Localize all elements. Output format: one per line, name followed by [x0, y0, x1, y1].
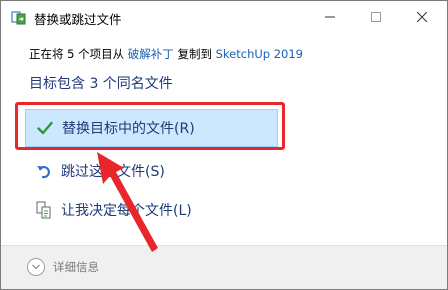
- more-details-button[interactable]: 详细信息: [27, 258, 99, 276]
- skip-arrow-icon: [35, 162, 53, 180]
- skip-files-option[interactable]: 跳过这些文件(S): [25, 152, 278, 190]
- replace-files-label: 替换目标中的文件(R): [62, 121, 195, 137]
- decide-each-file-option[interactable]: 让我决定每个文件(L): [25, 191, 278, 229]
- close-icon: [417, 12, 427, 22]
- title-bar: 替换或跳过文件: [1, 1, 447, 33]
- decide-each-file-label: 让我决定每个文件(L): [61, 203, 192, 219]
- dialog-footer: 详细信息: [1, 245, 447, 289]
- chevron-down-icon: [27, 258, 45, 276]
- source-folder-link[interactable]: 破解补丁: [128, 47, 174, 61]
- skip-files-label: 跳过这些文件(S): [61, 164, 165, 180]
- conflict-heading: 目标包含 3 个同名文件: [29, 76, 173, 92]
- destination-folder-link[interactable]: SketchUp 2019: [216, 47, 303, 61]
- maximize-button[interactable]: [353, 1, 399, 33]
- minimize-button[interactable]: [307, 1, 353, 33]
- close-button[interactable]: [399, 1, 445, 33]
- check-icon: [36, 119, 54, 137]
- compare-files-icon: [35, 201, 53, 219]
- info-prefix: 正在将 5 个项目从: [29, 47, 128, 61]
- replace-or-skip-dialog: 替换或跳过文件 正在将 5 个项目从 破解补丁 复制到 SketchUp 201…: [0, 0, 448, 290]
- more-details-label: 详细信息: [53, 260, 99, 274]
- maximize-icon: [371, 12, 381, 22]
- copy-info-line: 正在将 5 个项目从 破解补丁 复制到 SketchUp 2019: [29, 46, 303, 62]
- minimize-icon: [325, 16, 335, 18]
- replace-files-option[interactable]: 替换目标中的文件(R): [25, 109, 278, 147]
- info-middle: 复制到: [173, 47, 216, 61]
- copy-files-icon: [11, 10, 27, 25]
- window-title: 替换或跳过文件: [34, 12, 122, 27]
